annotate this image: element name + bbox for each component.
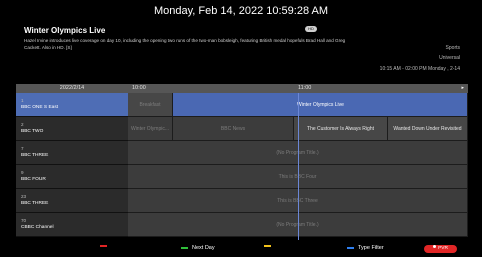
channel-row: 9 BBC FOUR This is BBC Four <box>16 165 468 189</box>
channel-name: BBC FOUR <box>21 177 46 182</box>
epg-grid: 2022/2/14 10:00 11:00 ▸ 1 BBC ONE S East… <box>16 84 468 240</box>
color-key-footer: Next Day Type Filter PVR <box>0 240 482 257</box>
datetime-bar: Monday, Feb 14, 2022 10:59:28 AM <box>0 0 482 22</box>
channel-number: 1 <box>21 98 24 103</box>
program-info-panel: Winter Olympics Live HD Hazel Irvine int… <box>0 22 482 82</box>
channel-row: 1 BBC ONE S East Breakfast Winter Olympi… <box>16 93 468 117</box>
current-datetime: Monday, Feb 14, 2022 10:59:28 AM <box>153 5 329 17</box>
program-description: Hazel Irvine introduces live coverage on… <box>24 38 346 50</box>
channel-name: BBC ONE S East <box>21 105 59 110</box>
current-time-indicator <box>298 93 299 240</box>
channel-cell[interactable]: 1 BBC ONE S East <box>16 93 128 117</box>
channel-row: 7 BBC THREE (No Program Title.) <box>16 141 468 165</box>
time-label-2: 11:00 <box>298 85 312 91</box>
yellow-key-icon <box>264 245 271 247</box>
program-cell[interactable]: BBC News <box>173 117 294 141</box>
channel-name: BBC TWO <box>21 129 44 134</box>
type-filter-label: Type Filter <box>358 245 384 251</box>
program-timeslot: 10:15 AM - 02:00 PM Monday , 2-14 <box>379 66 460 72</box>
channel-number: 2 <box>21 122 24 127</box>
program-cell-selected[interactable]: Winter Olympics Live <box>173 93 468 117</box>
next-day-label: Next Day <box>192 245 215 251</box>
program-cell[interactable]: Wanted Down Under Revisited <box>388 117 468 141</box>
channel-row: 2 BBC TWO Winter Olympic... BBC News The… <box>16 117 468 141</box>
channel-cell[interactable]: 7 BBC THREE <box>16 141 128 165</box>
channel-name: BBC THREE <box>21 201 49 206</box>
channel-number: 9 <box>21 170 24 175</box>
program-rating: Universal <box>439 55 460 61</box>
channel-cell[interactable]: 23 BBC THREE <box>16 189 128 213</box>
type-filter-button[interactable]: Type Filter <box>347 245 384 251</box>
hd-badge: HD <box>305 26 317 32</box>
record-dot-icon <box>433 245 437 248</box>
program-cell[interactable]: The Customer Is Always Right <box>294 117 388 141</box>
program-cell[interactable]: Breakfast <box>128 93 173 117</box>
next-time-arrow-icon[interactable]: ▸ <box>461 84 464 93</box>
channel-name: CBBC Channel <box>21 225 54 230</box>
channel-cell[interactable]: 70 CBBC Channel <box>16 213 128 237</box>
program-cell[interactable]: Winter Olympic... <box>128 117 173 141</box>
yellow-key[interactable] <box>264 245 275 247</box>
time-label-1: 10:00 <box>132 85 146 91</box>
channel-cell[interactable]: 9 BBC FOUR <box>16 165 128 189</box>
channel-cell[interactable]: 2 BBC TWO <box>16 117 128 141</box>
channel-number: 23 <box>21 194 27 199</box>
red-key[interactable] <box>100 245 111 247</box>
pvr-button[interactable]: PVR <box>424 245 457 253</box>
next-day-button[interactable]: Next Day <box>181 245 215 251</box>
channel-number: 70 <box>21 218 27 223</box>
channel-row: 70 CBBC Channel (No Program Title.) <box>16 213 468 237</box>
green-key-icon <box>181 247 188 249</box>
blue-key-icon <box>347 247 354 249</box>
channel-name: BBC THREE <box>21 153 49 158</box>
program-genre: Sports <box>445 45 460 51</box>
grid-date: 2022/2/14 <box>59 85 85 91</box>
channel-number: 7 <box>21 146 24 151</box>
channel-row: 23 BBC THREE This is BBC Three <box>16 189 468 213</box>
pvr-label: PVR <box>438 246 448 251</box>
grid-header: 2022/2/14 10:00 11:00 ▸ <box>16 84 468 93</box>
red-key-icon <box>100 245 107 247</box>
program-title: Winter Olympics Live <box>24 26 106 35</box>
